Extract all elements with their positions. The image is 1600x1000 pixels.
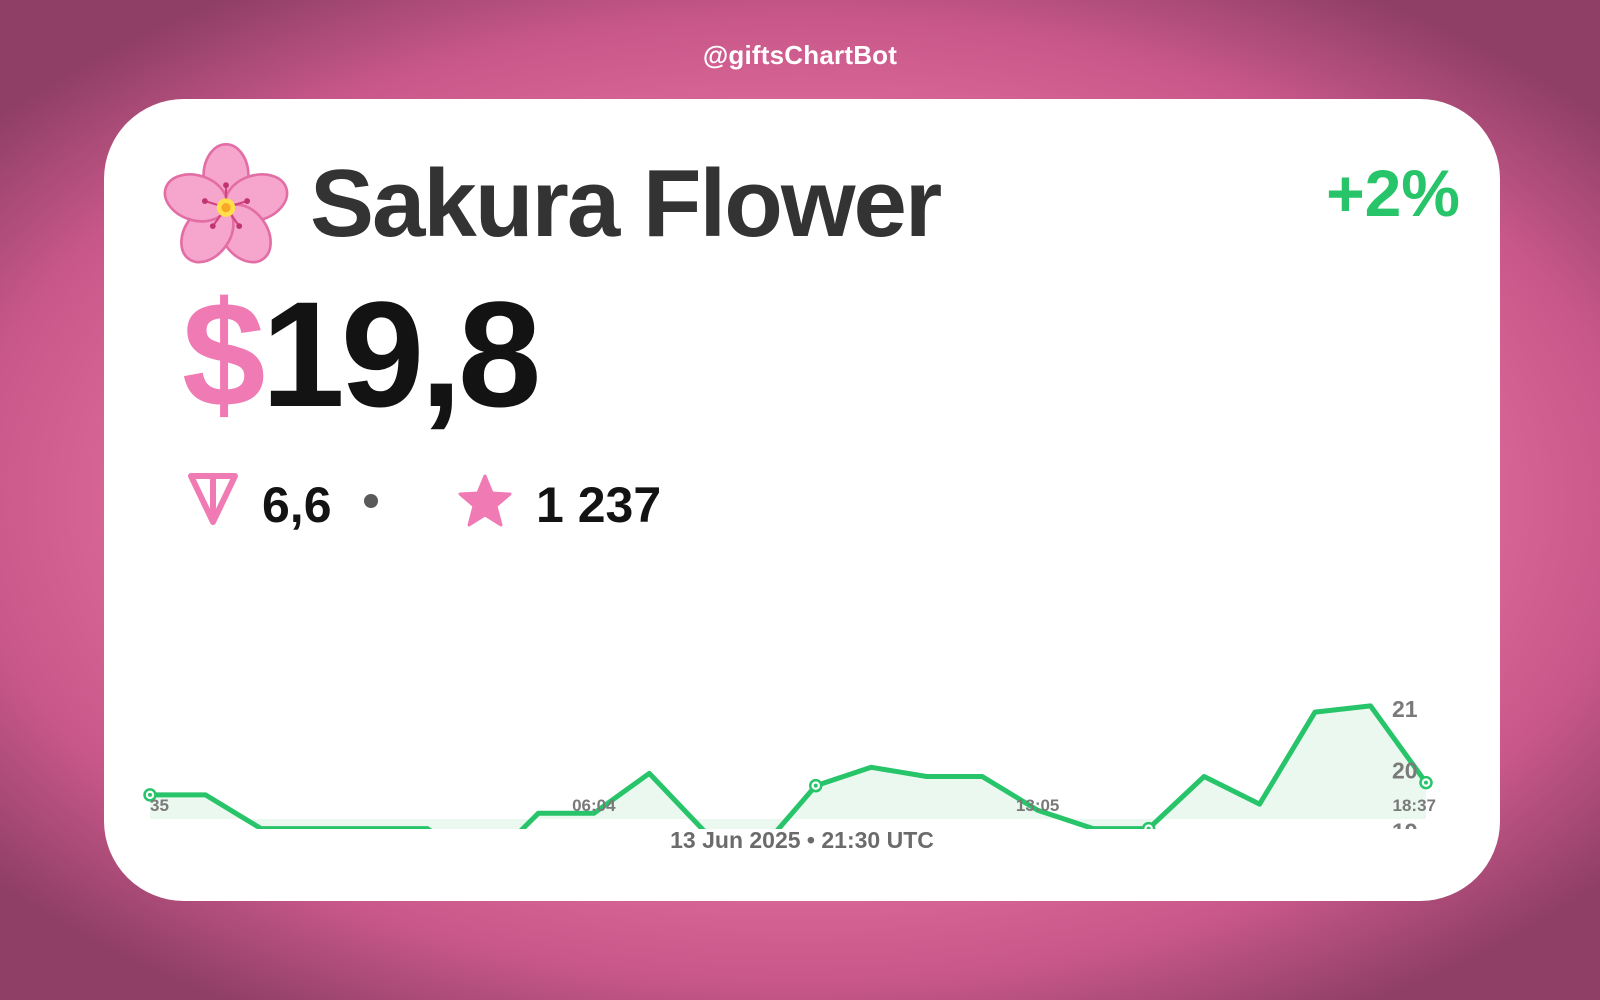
x-tick-label: 13:05 <box>1016 796 1059 815</box>
y-tick-label: 21 <box>1392 696 1418 722</box>
y-tick-label: 20 <box>1392 757 1418 783</box>
star-icon <box>458 474 512 527</box>
ton-icon <box>188 473 238 525</box>
price-change-badge: +2% <box>1326 156 1460 230</box>
x-tick-label: 18:37 <box>1393 796 1436 815</box>
chart-point-center <box>1424 780 1428 785</box>
timestamp: 13 Jun 2025 • 21:30 UTC <box>670 827 934 853</box>
cherry-blossom-icon <box>163 142 289 264</box>
gift-card: Sakura Flower +2% $19,8 6,6 1 237 21 20 19… <box>104 99 1500 901</box>
price-chart: 212019183506:0413:0518:37 <box>143 696 1436 829</box>
status-dot <box>364 494 378 508</box>
currency-symbol: $ <box>182 270 265 438</box>
x-tick-label: 35 <box>150 796 169 815</box>
x-tick-label: 06:04 <box>572 796 616 815</box>
gift-title: Sakura Flower <box>310 150 942 257</box>
usd-price: $19,8 <box>182 279 541 429</box>
chart-area-fill <box>150 705 1426 829</box>
bot-handle: @giftsChartBot <box>702 40 898 70</box>
ton-price: 6,6 <box>262 477 332 533</box>
price-value: 19,8 <box>261 270 541 438</box>
chart-point-center <box>813 783 818 788</box>
stars-price: 1 237 <box>536 477 662 533</box>
